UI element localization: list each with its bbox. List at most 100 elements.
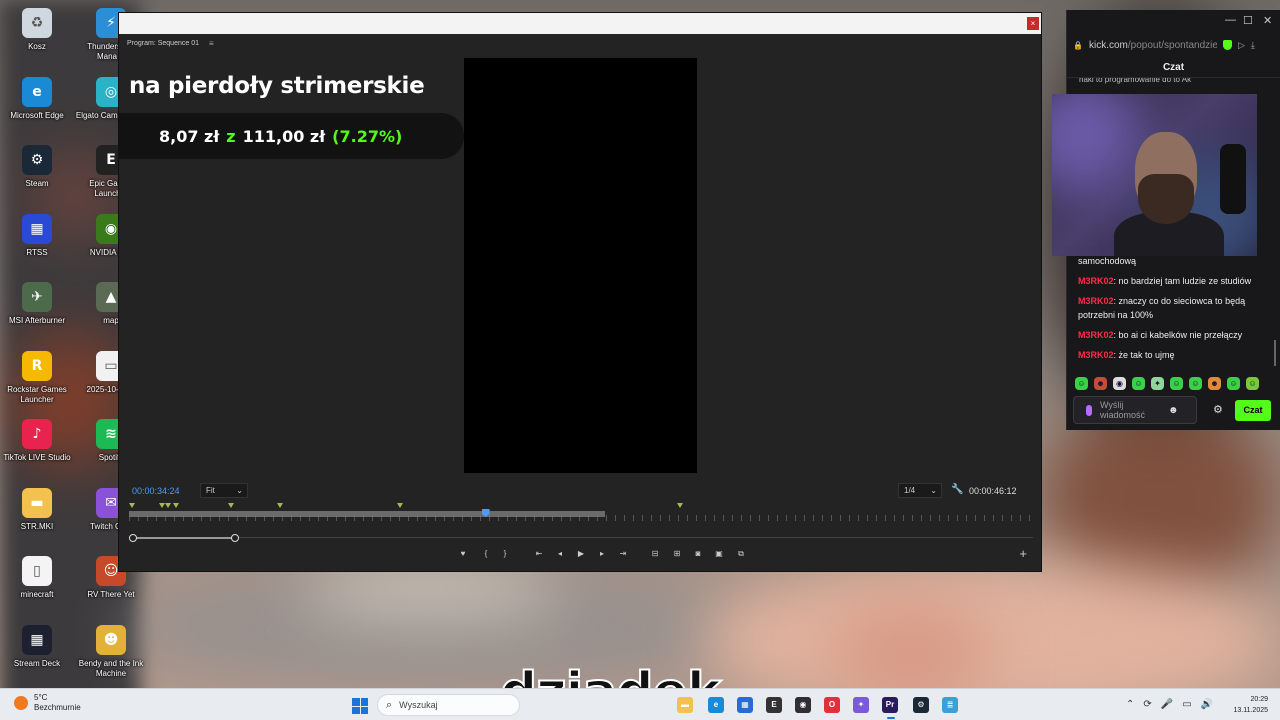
add-marker-button[interactable]: ♥ xyxy=(456,549,470,558)
time-ruler[interactable] xyxy=(129,503,1033,525)
emoji-icon[interactable]: ☻ xyxy=(1168,405,1179,416)
desktop-shortcut[interactable]: ⚙ Steam xyxy=(0,145,74,189)
play-button[interactable]: ▶ xyxy=(574,549,588,558)
weather-widget[interactable]: 5°C Bezchmurnie xyxy=(14,693,81,713)
microphone-tray-icon[interactable]: 🎤 xyxy=(1161,699,1173,710)
copilot-taskbar-icon[interactable]: ✦ xyxy=(853,697,869,713)
steam-taskbar-icon[interactable]: ⚙ xyxy=(913,697,929,713)
emote-icon[interactable]: ☺ xyxy=(1075,377,1088,390)
send-chat-button[interactable]: Czat xyxy=(1235,400,1271,421)
marker[interactable] xyxy=(173,503,179,508)
address-bar[interactable]: 🔒 kick.com/popout/spontandzie ▷ ⤓ xyxy=(1067,32,1280,58)
url-text[interactable]: kick.com/popout/spontandzie xyxy=(1089,40,1217,51)
wrench-icon[interactable]: 🔧 xyxy=(951,484,963,495)
opera-taskbar-icon[interactable]: O xyxy=(824,697,840,713)
lift-button[interactable]: ⊟ xyxy=(648,549,662,558)
streamer-webcam xyxy=(1052,94,1257,256)
epic-games-taskbar-icon[interactable]: E xyxy=(766,697,782,713)
chat-message-input[interactable]: Wyślij wiadomość ☻ xyxy=(1073,396,1197,424)
close-button[interactable]: × xyxy=(1027,17,1039,30)
obs-taskbar-icon[interactable]: ◉ xyxy=(795,697,811,713)
emote-icon[interactable]: ☺ xyxy=(1170,377,1183,390)
close-icon[interactable]: ✕ xyxy=(1263,14,1272,27)
maximize-icon[interactable]: ☐ xyxy=(1243,14,1253,27)
mark-in-button[interactable]: { xyxy=(479,549,493,558)
gear-icon[interactable]: ⚙ xyxy=(1213,403,1223,416)
start-button[interactable] xyxy=(352,698,368,714)
search-icon: ⌕ xyxy=(386,698,393,711)
marker[interactable] xyxy=(165,503,171,508)
step-back-button[interactable]: ◂ xyxy=(553,549,567,558)
chat-username[interactable]: M3RK02 xyxy=(1078,330,1114,340)
mark-out-button[interactable]: } xyxy=(498,549,512,558)
zoom-handle-left[interactable] xyxy=(129,534,137,542)
stream-deck-icon: ▦ xyxy=(22,624,52,655)
emote-icon[interactable]: ✦ xyxy=(1151,377,1164,390)
emote-icon[interactable]: ☺ xyxy=(1132,377,1145,390)
marker[interactable] xyxy=(129,503,135,508)
emote-icon[interactable]: ☻ xyxy=(1094,377,1107,390)
desktop-shortcut[interactable]: ♪ TikTok LIVE Studio xyxy=(0,419,74,463)
export-frame-button[interactable]: ◙ xyxy=(691,549,705,558)
emote-icon[interactable]: ☺ xyxy=(1246,377,1259,390)
go-to-in-button[interactable]: ⇤ xyxy=(532,549,546,558)
taskbar-search[interactable]: ⌕ Wyszukaj xyxy=(377,694,520,716)
minimize-icon[interactable]: — xyxy=(1225,14,1236,26)
extract-button[interactable]: ⊞ xyxy=(670,549,684,558)
marker[interactable] xyxy=(228,503,234,508)
button-editor-button[interactable]: + xyxy=(1019,546,1027,561)
panel-menu-icon[interactable]: ≡ xyxy=(209,39,214,48)
insert-button[interactable]: ▣ xyxy=(712,549,726,558)
chat-username[interactable]: M3RK02 xyxy=(1078,296,1114,306)
zoom-fit-select[interactable]: Fit ⌄ xyxy=(200,483,248,498)
desktop-shortcut[interactable]: ▦ Stream Deck xyxy=(0,624,74,669)
playback-resolution-select[interactable]: 1/4 ⌄ xyxy=(898,483,942,498)
sync-icon[interactable]: ⟳ xyxy=(1143,699,1151,710)
desktop-shortcut[interactable]: ☻ Bendy and the Ink Machine xyxy=(74,624,148,679)
edge-taskbar-icon[interactable]: e xyxy=(708,697,724,713)
chat-scrollbar[interactable] xyxy=(1274,340,1276,366)
clock-time: 20:29 xyxy=(1250,696,1268,703)
desktop-shortcut[interactable]: ✈ MSI Afterburner xyxy=(0,282,74,326)
emote-icon[interactable]: ☺ xyxy=(1189,377,1202,390)
playhead-timecode[interactable]: 00:00:34:24 xyxy=(132,486,180,496)
chat-username[interactable]: M3RK02 xyxy=(1078,276,1114,286)
microphone-icon[interactable] xyxy=(1086,404,1092,416)
zoom-scrollbar[interactable] xyxy=(129,534,1033,542)
zoom-range[interactable] xyxy=(132,537,236,539)
zoom-handle-right[interactable] xyxy=(231,534,239,542)
volume-icon[interactable]: 🔊 xyxy=(1201,699,1213,710)
step-forward-button[interactable]: ▸ xyxy=(595,549,609,558)
chevron-up-icon[interactable]: ⌃ xyxy=(1126,699,1134,710)
go-to-out-button[interactable]: ⇥ xyxy=(616,549,630,558)
file-explorer-taskbar-icon[interactable]: ▬ xyxy=(677,697,693,713)
marker[interactable] xyxy=(277,503,283,508)
compare-view-button[interactable]: ⧉ xyxy=(734,549,748,559)
clock[interactable]: 20:29 13.11.2025 xyxy=(1228,694,1268,716)
desktop-shortcut[interactable]: R Rockstar Games Launcher xyxy=(0,350,74,405)
desktop-shortcut[interactable]: ♻ Kosz xyxy=(0,8,74,52)
video-preview[interactable] xyxy=(464,58,697,473)
network-icon[interactable]: ▭ xyxy=(1182,699,1191,710)
emote-icon[interactable]: ☻ xyxy=(1208,377,1221,390)
desktop-shortcut[interactable]: ▬ STR.MKI xyxy=(0,487,74,532)
desktop-shortcut[interactable]: ▦ RTSS xyxy=(0,213,74,258)
goal-current-amount: 8,07 zł xyxy=(159,126,220,146)
marker[interactable] xyxy=(397,503,403,508)
chat-username[interactable]: M3RK02 xyxy=(1078,350,1114,360)
desktop-shortcut[interactable]: ▯ minecraft xyxy=(0,556,74,600)
store-taskbar-icon[interactable]: ▦ xyxy=(737,697,753,713)
desktop-shortcut[interactable]: e Microsoft Edge xyxy=(0,76,74,121)
window-titlebar[interactable]: × xyxy=(119,13,1041,34)
panel-title[interactable]: Program: Sequence 01 xyxy=(127,40,199,47)
premiere-taskbar-icon[interactable]: Pr xyxy=(882,697,898,713)
marker[interactable] xyxy=(677,503,683,508)
emote-icon[interactable]: ☺ xyxy=(1227,377,1240,390)
desktop-shortcut-label: TikTok LIVE Studio xyxy=(3,453,71,462)
emote-icon[interactable]: ◉ xyxy=(1113,377,1126,390)
send-to-device-icon[interactable]: ▷ xyxy=(1238,40,1245,51)
notepad-taskbar-icon[interactable]: ≣ xyxy=(942,697,958,713)
shield-icon[interactable] xyxy=(1222,40,1232,50)
desktop-shortcut-label: Rockstar Games Launcher xyxy=(7,384,67,404)
download-icon[interactable]: ⤓ xyxy=(1251,40,1255,51)
